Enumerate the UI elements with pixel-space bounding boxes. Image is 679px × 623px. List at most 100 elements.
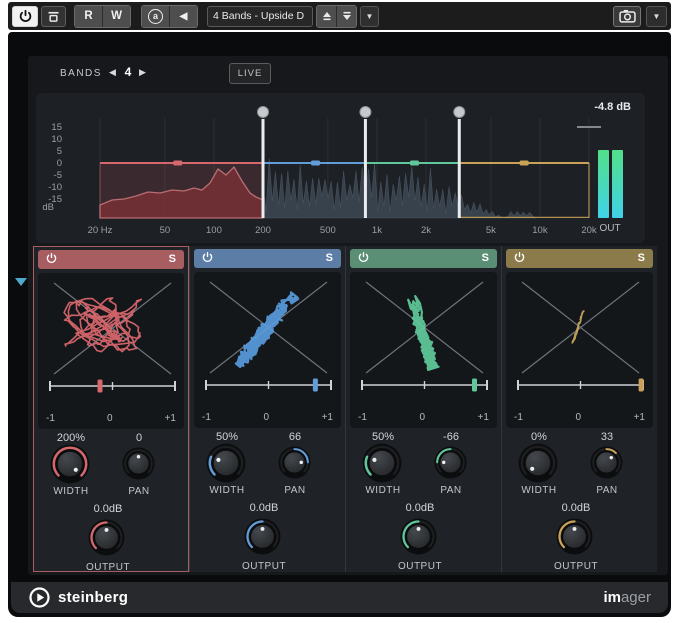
read-automation-button[interactable]: R — [75, 6, 102, 27]
pan-knob[interactable] — [122, 447, 155, 480]
width-label: WIDTH — [40, 486, 102, 497]
steinberg-logo-icon — [28, 586, 51, 609]
snapshot-button[interactable] — [613, 6, 641, 27]
band-2-header: S — [194, 249, 341, 268]
width-knob[interactable] — [362, 443, 402, 483]
scale-min: -1 — [202, 412, 211, 423]
crossover-handle[interactable] — [360, 107, 371, 118]
output-meter-left — [598, 150, 609, 218]
svg-text:15: 15 — [51, 122, 62, 133]
width-value: 0% — [508, 431, 570, 443]
scale-max: +1 — [634, 412, 645, 423]
band-panel-4[interactable]: S -1 0 +1 0% 33 WIDTH PA — [501, 246, 657, 572]
scale-mid: 0 — [419, 412, 425, 423]
pan-label: PAN — [578, 485, 636, 496]
band-1-vectorscope: -1 0 +1 — [38, 273, 184, 429]
svg-text:5: 5 — [57, 146, 62, 157]
pan-knob[interactable] — [278, 446, 311, 479]
power-icon — [46, 253, 57, 264]
output-value: 0.0dB — [77, 503, 139, 515]
band-solo-button[interactable]: S — [482, 253, 489, 264]
crossover-handle[interactable] — [454, 107, 465, 118]
width-knob[interactable] — [206, 443, 246, 483]
band-3-gain-handle[interactable] — [410, 161, 419, 166]
power-icon — [358, 252, 369, 263]
output-knob[interactable] — [556, 518, 593, 555]
band-solo-button[interactable]: S — [169, 254, 176, 265]
correlation-scale: -1 0 +1 — [46, 413, 176, 424]
switch-group: a ◀ — [141, 5, 198, 28]
width-label: WIDTH — [508, 485, 570, 496]
svg-text:-5: -5 — [54, 170, 62, 181]
svg-text:dB: dB — [42, 202, 54, 213]
pan-label: PAN — [422, 485, 480, 496]
pan-value: 33 — [578, 431, 636, 443]
band-panel-3[interactable]: S -1 0 +1 50% -66 WIDTH — [345, 246, 501, 572]
output-meter-right — [612, 150, 623, 218]
width-value: 200% — [40, 432, 102, 444]
output-knob[interactable] — [244, 518, 281, 555]
svg-text:5k: 5k — [486, 225, 496, 236]
band-panel-1[interactable]: S -1 0 +1 200% 0 WIDTH P — [33, 246, 189, 572]
output-peak-readout: -4.8 dB — [594, 101, 631, 113]
write-automation-button[interactable]: W — [102, 6, 130, 27]
product-name-light: ager — [621, 589, 651, 606]
band-power-button[interactable] — [202, 250, 213, 268]
window-menu-button[interactable]: ▼ — [646, 6, 667, 27]
scale-mid: 0 — [575, 412, 581, 423]
vectorscope-graph — [506, 272, 654, 398]
band-power-button[interactable] — [46, 251, 57, 269]
next-preset-button[interactable] — [336, 6, 356, 27]
preset-name-field[interactable]: 4 Bands - Upside D — [207, 6, 313, 27]
decrease-bands-arrow[interactable]: ◀ — [109, 67, 116, 78]
collapse-bands-arrow[interactable] — [15, 278, 27, 286]
pan-label: PAN — [110, 486, 168, 497]
band-solo-button[interactable]: S — [638, 253, 645, 264]
ab-switch-button[interactable]: a — [142, 6, 169, 27]
plugin-power-button[interactable] — [12, 6, 38, 27]
correlation-scale: -1 0 +1 — [202, 412, 333, 423]
pan-knob[interactable] — [434, 446, 467, 479]
band-4-gain-handle[interactable] — [520, 161, 529, 166]
automation-group: R W — [74, 5, 131, 28]
scale-mid: 0 — [263, 412, 269, 423]
output-knob[interactable] — [400, 518, 437, 555]
copy-ab-button[interactable]: ◀ — [169, 6, 197, 27]
width-knob[interactable] — [518, 443, 558, 483]
band-4-header: S — [506, 249, 653, 268]
pan-knob[interactable] — [590, 446, 623, 479]
band-4-vectorscope: -1 0 +1 — [506, 272, 653, 428]
pan-value: 0 — [110, 432, 168, 444]
band-count-value: 4 — [120, 65, 136, 79]
vectorscope-graph — [350, 272, 498, 398]
band-power-button[interactable] — [514, 250, 525, 268]
screenshot-root: R W a ◀ 4 Bands - Upside D ▼ — [0, 0, 679, 623]
previous-preset-button[interactable] — [317, 6, 336, 27]
output-label: OUTPUT — [233, 561, 295, 572]
bypass-icon — [46, 9, 61, 24]
band-power-button[interactable] — [358, 250, 369, 268]
correlation-scale: -1 0 +1 — [358, 412, 489, 423]
band-panel-2[interactable]: S -1 0 +1 50% 66 WIDTH P — [189, 246, 345, 572]
brand-name: steinberg — [58, 589, 128, 606]
preset-prev-next-group — [316, 5, 357, 28]
host-titlebar: R W a ◀ 4 Bands - Upside D ▼ — [8, 2, 671, 30]
increase-bands-arrow[interactable]: ▶ — [139, 67, 146, 78]
correlation-marker — [313, 379, 318, 392]
spectrum-display: 151050-5-10-15dB20 Hz501002005001k2k5k10… — [36, 93, 645, 243]
bands-label: BANDS — [60, 68, 102, 79]
width-knob[interactable] — [50, 444, 90, 484]
band-2-gain-handle[interactable] — [311, 161, 320, 166]
output-knob[interactable] — [88, 519, 125, 556]
scale-min: -1 — [46, 413, 55, 424]
spectrum-graph: 151050-5-10-15dB20 Hz501002005001k2k5k10… — [36, 93, 645, 243]
band-solo-button[interactable]: S — [326, 253, 333, 264]
band-2-vectorscope: -1 0 +1 — [194, 272, 341, 428]
live-toggle-button[interactable]: LIVE — [229, 63, 271, 84]
crossover-handle[interactable] — [258, 107, 269, 118]
preset-menu-button[interactable]: ▼ — [360, 6, 379, 27]
svg-text:10k: 10k — [532, 225, 548, 236]
bypass-button[interactable] — [41, 6, 66, 27]
band-1-gain-handle[interactable] — [173, 161, 182, 166]
product-name-bold: im — [603, 589, 621, 606]
